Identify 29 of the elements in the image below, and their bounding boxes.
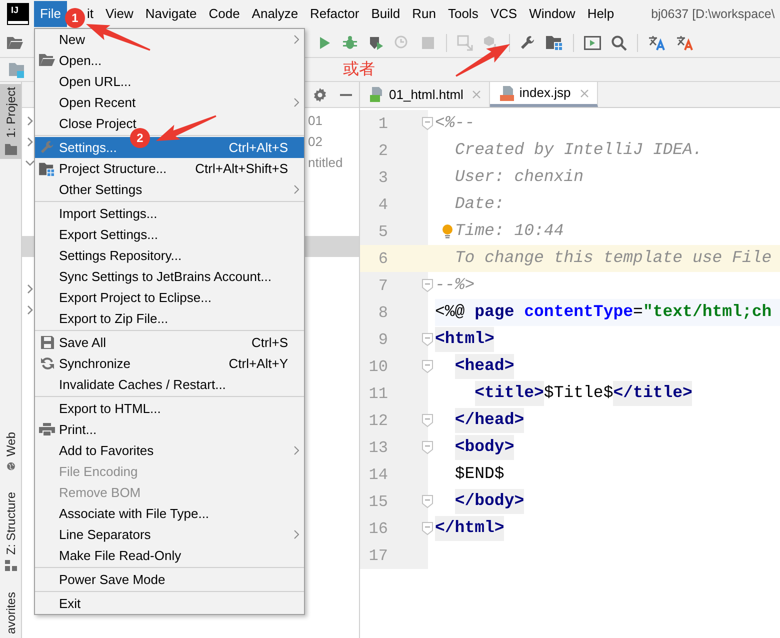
line-number: 7 — [377, 276, 388, 296]
code-line: $END$ — [454, 463, 504, 486]
line-number: 5 — [377, 222, 388, 242]
line-number: 6 — [377, 248, 388, 270]
line-number: 14 — [368, 464, 388, 486]
annotation-note: 或者 — [343, 60, 375, 80]
line-number: 12 — [368, 410, 388, 432]
line-number: 8 — [377, 302, 388, 324]
line-number: 10 — [368, 356, 388, 378]
line-number: 9 — [377, 330, 388, 350]
code-line: Time: 10:44 — [454, 220, 564, 242]
code-line: --%> — [435, 274, 475, 296]
code-line: To change this template use File — [454, 247, 772, 270]
line-number: 3 — [377, 168, 388, 188]
code-line: <title>$Title$</title> — [474, 380, 692, 407]
window-title: bj0637 [D:\workspace\ — [651, 6, 775, 23]
code-line: <%-- — [435, 112, 475, 134]
line-number: 1 — [377, 114, 388, 134]
line-number: 13 — [368, 438, 388, 458]
line-number: 15 — [368, 492, 388, 512]
code-line: User: chenxin — [454, 166, 584, 188]
code-line: Date: — [454, 193, 504, 216]
app-logo: IJ — [8, 4, 28, 24]
line-number: 16 — [368, 518, 388, 540]
line-number: 11 — [368, 384, 388, 404]
line-number: 4 — [377, 194, 388, 216]
line-number: 2 — [377, 140, 388, 162]
code-line: Created by IntelliJ IDEA. — [454, 139, 702, 162]
line-number: 17 — [368, 546, 388, 566]
